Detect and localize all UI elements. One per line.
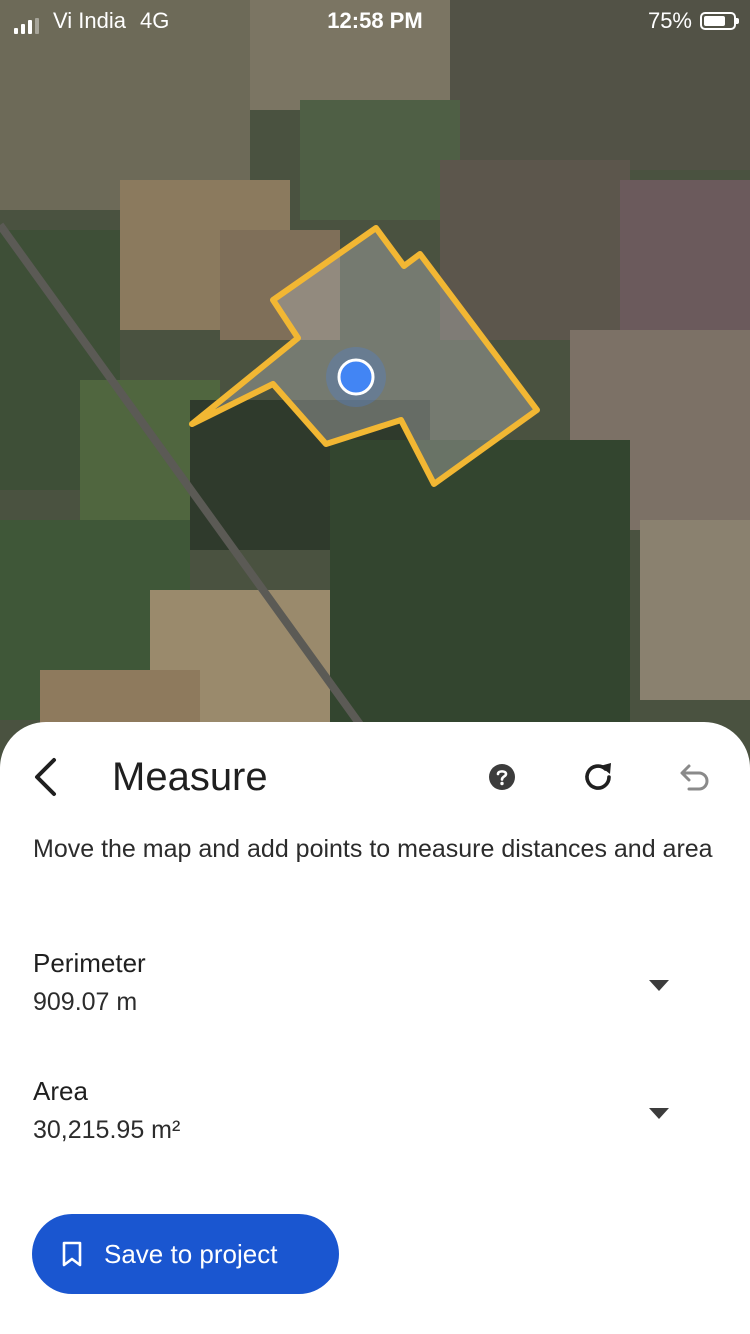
perimeter-label: Perimeter [33, 948, 146, 978]
save-button-label: Save to project [104, 1238, 278, 1269]
help-button[interactable] [479, 754, 525, 800]
perimeter-unit-dropdown[interactable] [643, 970, 675, 1002]
clock: 12:58 PM [327, 8, 423, 33]
area-value: 30,215.95 m² [33, 1116, 181, 1144]
measure-panel: Measure Move the map and add points to m… [0, 722, 750, 1334]
satellite-map[interactable] [0, 0, 750, 780]
area-row[interactable]: Area 30,215.95 m² [33, 1074, 713, 1164]
chevron-left-icon [35, 758, 56, 796]
status-bar: Vi India 4G 12:58 PM 75% [0, 0, 750, 40]
caret-down-icon [649, 1108, 669, 1119]
battery-level [704, 16, 725, 26]
page-title: Measure [112, 755, 268, 799]
area-label: Area [33, 1076, 88, 1106]
battery-percent: 75% [647, 8, 692, 33]
undo-icon [680, 764, 709, 791]
undo-button[interactable] [671, 754, 717, 800]
bookmark-icon [62, 1241, 82, 1267]
instructions-text: Move the map and add points to measure d… [33, 835, 713, 863]
perimeter-row[interactable]: Perimeter 909.07 m [33, 946, 713, 1036]
help-icon [489, 764, 515, 790]
caret-down-icon [649, 980, 669, 991]
back-button[interactable] [24, 752, 66, 802]
battery-icon [700, 12, 739, 30]
area-unit-dropdown[interactable] [643, 1098, 675, 1130]
save-to-project-button[interactable]: Save to project [32, 1214, 339, 1294]
reset-button[interactable] [575, 754, 621, 800]
perimeter-value: 909.07 m [33, 988, 138, 1016]
refresh-icon [585, 763, 611, 790]
